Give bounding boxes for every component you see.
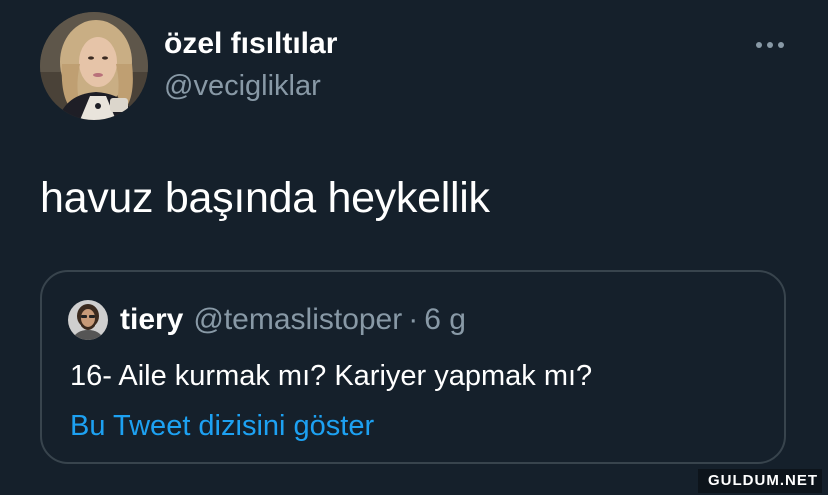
more-dot [767,42,773,48]
quoted-tweet-card[interactable]: tiery @temaslistoper · 6 g 16- Aile kurm… [40,270,786,464]
avatar-photo [40,12,148,120]
more-dot [778,42,784,48]
quoted-author-handle[interactable]: @temaslistoper [193,303,402,337]
author-display-name[interactable]: özel fısıltılar [164,26,337,62]
show-thread-link[interactable]: Bu Tweet dizisini göster [70,406,374,446]
more-horizontal-icon[interactable] [748,30,792,60]
watermark: GULDUM.NET [698,469,822,493]
quoted-tweet-time[interactable]: 6 g [424,303,466,337]
author-avatar[interactable] [40,12,148,120]
quoted-avatar-photo [68,300,108,340]
separator: · [408,303,419,336]
quoted-tweet-header: tiery @temaslistoper · 6 g [120,300,466,340]
quoted-tweet-text: 16- Aile kurmak mı? Kariyer yapmak mı? [70,360,593,392]
tweet-text: havuz başında heykellik [40,174,490,222]
more-dot [756,42,762,48]
quoted-author-avatar[interactable] [68,300,108,340]
quoted-author-name[interactable]: tiery [120,303,183,337]
author-handle[interactable]: @vecigliklar [164,68,321,104]
